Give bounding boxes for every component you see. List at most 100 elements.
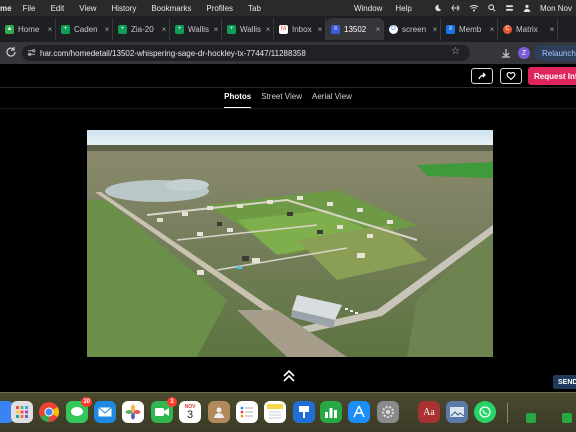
calendar-icon[interactable]: NOV 3	[179, 401, 201, 423]
chrome-icon[interactable]	[38, 401, 60, 423]
tab-label: Zia-20	[131, 24, 154, 34]
flower-icon	[125, 404, 141, 420]
drive-icon: ▲	[5, 24, 14, 34]
menu-profiles[interactable]: Profiles	[206, 4, 233, 13]
keynote-icon[interactable]	[293, 401, 315, 423]
profile-avatar[interactable]: Z	[518, 47, 530, 59]
messages-icon[interactable]: 30	[66, 397, 92, 423]
dock-divider	[507, 403, 508, 423]
har-icon: ≡	[331, 24, 340, 34]
tab-screen[interactable]: G screen ×	[384, 18, 441, 40]
app-store-icon[interactable]	[348, 401, 370, 423]
address-bar[interactable]: har.com/homedetail/13502-whispering-sage…	[22, 45, 470, 61]
heart-icon	[506, 72, 516, 81]
address-url: har.com/homedetail/13502-whispering-sage…	[40, 48, 306, 58]
close-icon[interactable]: ×	[430, 25, 440, 34]
menu-app-name[interactable]: me	[0, 4, 12, 13]
menu-help[interactable]: Help	[395, 4, 411, 13]
menu-extras: Mon Nov	[434, 0, 576, 16]
photos-icon[interactable]	[122, 401, 144, 423]
menu-window[interactable]: Window	[354, 4, 382, 13]
notepad-icon	[267, 404, 283, 419]
user-icon[interactable]	[523, 4, 531, 12]
favorite-button[interactable]	[500, 68, 522, 84]
browser-window: me File Edit View History Bookmarks Prof…	[0, 0, 576, 432]
bookmark-star-icon[interactable]: ☆	[451, 46, 460, 57]
whatsapp-icon[interactable]	[474, 401, 496, 423]
recent-document-icon[interactable]	[526, 413, 536, 423]
close-icon[interactable]: ×	[102, 25, 112, 34]
launchpad-icon[interactable]	[11, 401, 33, 423]
download-icon[interactable]	[501, 48, 511, 58]
preview-icon[interactable]	[446, 401, 468, 423]
photo-viewer-icon	[450, 407, 465, 417]
share-icon	[478, 72, 486, 80]
listing-photo[interactable]	[87, 130, 493, 357]
menu-bookmarks[interactable]: Bookmarks	[151, 4, 191, 13]
menu-edit[interactable]: Edit	[50, 4, 64, 13]
facetime-icon[interactable]: 2	[151, 397, 177, 423]
system-settings-icon[interactable]	[377, 401, 399, 423]
menu-tab[interactable]: Tab	[248, 4, 261, 13]
browser-toolbar: har.com/homedetail/13502-whispering-sage…	[0, 42, 576, 64]
tab-label: screen	[402, 24, 427, 34]
chrome-logo-icon	[39, 402, 60, 423]
tab-label: Memb	[459, 24, 482, 34]
chevron-up-icon[interactable]	[281, 367, 297, 383]
tab-aerial-view[interactable]: Aerial View	[312, 90, 352, 108]
menu-view[interactable]: View	[79, 4, 96, 13]
tab-label: Matrix	[516, 24, 538, 34]
tab-member[interactable]: ≡ Memb ×	[441, 18, 498, 40]
close-icon[interactable]: ×	[373, 25, 383, 34]
gear-icon	[382, 406, 394, 418]
tab-label: Home	[18, 24, 40, 34]
tab-sheet[interactable]: + Zia-20 ×	[113, 18, 170, 40]
tab-active-listing[interactable]: ≡ 13502 ×	[326, 18, 384, 40]
menu-file[interactable]: File	[23, 4, 36, 13]
dictionary-icon[interactable]: Aa	[418, 401, 440, 423]
site-settings-icon[interactable]	[27, 48, 36, 57]
moon-icon[interactable]	[434, 4, 442, 12]
control-icon[interactable]	[451, 4, 460, 12]
reload-icon[interactable]	[5, 46, 17, 58]
reminders-icon[interactable]	[236, 401, 258, 423]
search-icon[interactable]	[488, 4, 496, 12]
close-icon[interactable]: ×	[263, 25, 273, 34]
sheets-icon: +	[61, 24, 70, 34]
request-info-button[interactable]: Request Info	[528, 67, 576, 85]
contacts-icon[interactable]	[208, 401, 230, 423]
sheets-icon: +	[175, 24, 184, 34]
tab-label: 13502	[344, 24, 367, 34]
menu-history[interactable]: History	[111, 4, 136, 13]
recent-document-icon[interactable]	[562, 413, 572, 423]
numbers-icon[interactable]	[320, 401, 342, 423]
tab-label: Wallis	[188, 24, 210, 34]
mail-icon[interactable]	[94, 401, 116, 423]
notes-icon[interactable]	[264, 401, 286, 423]
tab-sheet[interactable]: + Wallis ×	[170, 18, 222, 40]
tab-sheet[interactable]: + Wallis ×	[222, 18, 274, 40]
tab-label: Caden	[74, 24, 98, 34]
tab-home[interactable]: ▲ Home ×	[0, 18, 56, 40]
menu-clock[interactable]: Mon Nov	[540, 4, 572, 13]
close-icon[interactable]: ×	[315, 25, 325, 34]
tab-photos[interactable]: Photos	[224, 90, 252, 108]
tab-inbox[interactable]: M Inbox ×	[274, 18, 326, 40]
close-icon[interactable]: ×	[45, 25, 55, 34]
share-button[interactable]	[471, 68, 493, 84]
phone-icon	[479, 406, 491, 418]
close-icon[interactable]: ×	[547, 25, 557, 34]
close-icon[interactable]: ×	[487, 25, 497, 34]
tab-street-view[interactable]: Street View	[261, 90, 302, 108]
close-icon[interactable]: ×	[211, 25, 221, 34]
tab-sheet[interactable]: + Caden ×	[56, 18, 113, 40]
tab-label: Wallis	[240, 24, 262, 34]
wifi-icon[interactable]	[469, 4, 479, 12]
tab-matrix[interactable]: C Matrix ×	[498, 18, 558, 40]
control-center-icon[interactable]	[505, 4, 514, 12]
close-icon[interactable]: ×	[159, 25, 169, 34]
send-button[interactable]: SEND	[553, 375, 576, 389]
dock: 30 2 NOV 3 Aa	[0, 392, 576, 432]
podium-icon	[299, 406, 309, 418]
relaunch-button[interactable]: Relaunch t	[534, 45, 576, 61]
